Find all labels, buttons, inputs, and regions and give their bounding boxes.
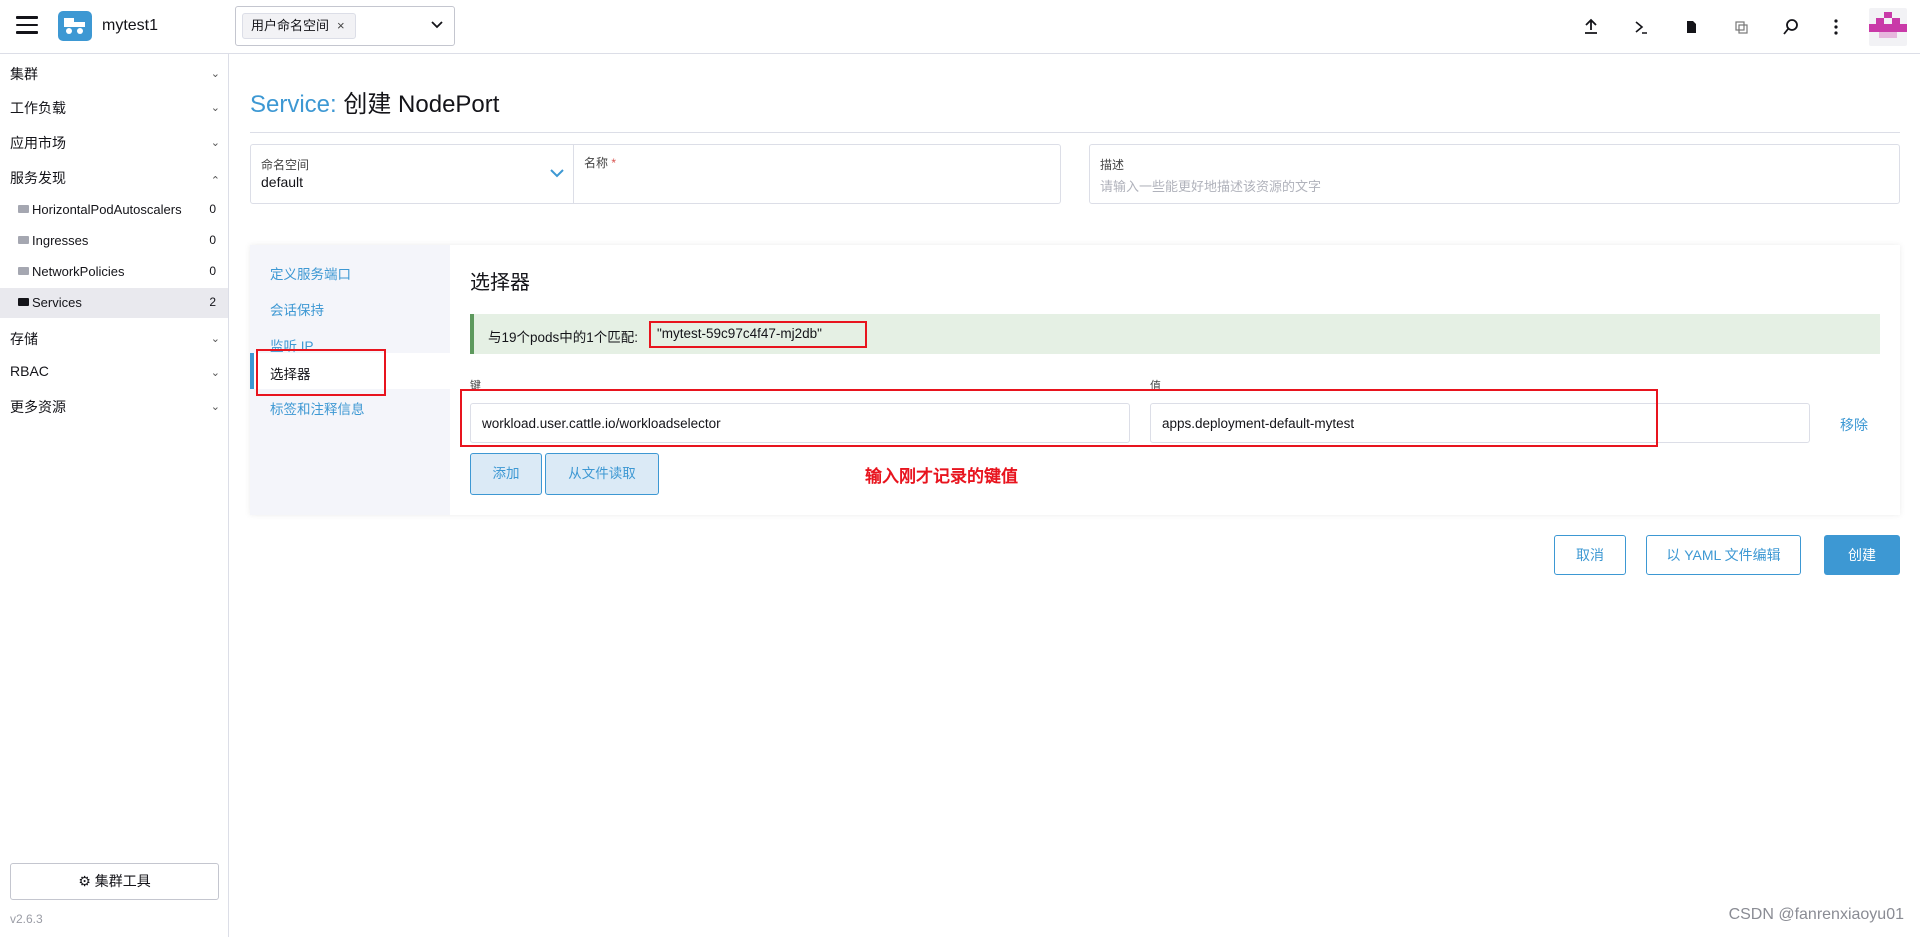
sidebar-item-count: 0 (209, 202, 216, 216)
chevron-up-icon: ⌃ (210, 175, 220, 187)
chevron-down-icon: ⌄ (210, 401, 220, 413)
sidebar-item-label: NetworkPolicies (32, 264, 125, 279)
chip-remove-icon[interactable]: × (337, 18, 345, 33)
cluster-tools-button[interactable]: ⚙ 集群工具 (10, 863, 219, 900)
chevron-down-icon: ⌄ (210, 68, 220, 80)
nav-group-app-market[interactable]: 应用市场 ⌄ (10, 133, 220, 157)
cluster-name: mytest1 (102, 17, 159, 34)
folder-icon (18, 267, 29, 275)
nav-group-more-resources[interactable]: 更多资源 ⌄ (10, 397, 220, 421)
tab-label: 定义服务端口 (270, 267, 351, 282)
sidebar-item-ingresses[interactable]: Ingresses 0 (0, 226, 228, 256)
cluster-logo-icon (58, 11, 92, 41)
namespace-name-group: 命名空间 default 名称 * (250, 144, 1061, 204)
description-label: 描述 (1100, 158, 1125, 172)
upload-icon[interactable] (1581, 17, 1601, 37)
nav-group-rbac[interactable]: RBAC ⌄ (10, 363, 220, 387)
namespace-label: 命名空间 (261, 158, 310, 172)
sidebar: 集群 ⌄ 工作负载 ⌄ 应用市场 ⌄ 服务发现 ⌃ HorizontalPodA… (0, 54, 229, 937)
chevron-down-icon: ⌄ (210, 367, 220, 379)
search-icon[interactable] (1781, 17, 1801, 37)
sidebar-item-count: 0 (209, 233, 216, 247)
annotation-box-pod (649, 321, 867, 348)
folder-icon (18, 236, 29, 244)
sidebar-item-count: 0 (209, 264, 216, 278)
tab-service-ports[interactable]: 定义服务端口 (250, 254, 450, 288)
title-divider (250, 132, 1900, 133)
terminal-icon[interactable] (1631, 17, 1651, 37)
namespace-value: default (261, 174, 304, 190)
sidebar-item-services[interactable]: Services 2 (0, 288, 228, 318)
file-icon[interactable] (1681, 17, 1701, 37)
create-button[interactable]: 创建 (1824, 535, 1900, 575)
required-marker: * (611, 156, 617, 170)
user-avatar[interactable] (1869, 8, 1907, 46)
description-placeholder: 请输入一些能更好地描述该资源的文字 (1100, 179, 1322, 194)
chevron-down-icon: ⌄ (210, 102, 220, 114)
page-title-main: 创建 NodePort (343, 91, 500, 118)
cluster-tools-label: 集群工具 (94, 873, 151, 889)
page-title: Service: 创建 NodePort (250, 84, 499, 119)
more-vert-icon[interactable] (1826, 17, 1846, 37)
read-from-file-button[interactable]: 从文件读取 (545, 453, 659, 495)
nav-group-label: 更多资源 (10, 399, 66, 415)
namespace-chip: 用户命名空间 × (242, 13, 356, 39)
match-banner-text: 与19个pods中的1个匹配: (488, 330, 639, 345)
annotation-box-kv (460, 389, 1658, 447)
nav-group-label: 服务发现 (10, 170, 66, 186)
selector-title: 选择器 (470, 272, 530, 294)
sidebar-item-networkpolicies[interactable]: NetworkPolicies 0 (0, 257, 228, 287)
nav-group-workload[interactable]: 工作负载 ⌄ (10, 98, 220, 122)
sidebar-item-label: Services (32, 295, 82, 310)
sidebar-item-hpa[interactable]: HorizontalPodAutoscalers 0 (0, 195, 228, 225)
sidebar-item-label: Ingresses (32, 233, 89, 248)
sidebar-item-label: HorizontalPodAutoscalers (32, 202, 182, 217)
version-label: v2.6.3 (10, 912, 43, 926)
page-title-prefix[interactable]: Service: (250, 91, 337, 118)
remove-selector-link[interactable]: 移除 (1840, 415, 1868, 435)
chevron-down-icon: ⌄ (210, 137, 220, 149)
nav-group-label: 应用市场 (10, 135, 66, 151)
copy-icon[interactable] (1731, 17, 1751, 37)
top-header: mytest1 用户命名空间 × (0, 0, 1920, 54)
gear-icon: ⚙ (78, 873, 91, 889)
tab-label: 标签和注释信息 (270, 402, 365, 417)
folder-open-icon (18, 298, 29, 306)
name-label: 名称 * (584, 154, 616, 171)
tab-label: 会话保持 (270, 303, 324, 318)
nav-group-storage[interactable]: 存储 ⌄ (10, 329, 220, 353)
sidebar-item-count: 2 (209, 295, 216, 309)
edit-yaml-button[interactable]: 以 YAML 文件编辑 (1646, 535, 1801, 575)
namespace-select[interactable]: 命名空间 default (251, 145, 574, 203)
cancel-button[interactable]: 取消 (1554, 535, 1626, 575)
namespace-filter-select[interactable]: 用户命名空间 × (235, 6, 455, 46)
chevron-down-icon[interactable] (430, 18, 444, 32)
chevron-down-icon (550, 169, 564, 178)
nav-group-service-discovery[interactable]: 服务发现 ⌃ (10, 168, 220, 192)
folder-icon (18, 205, 29, 213)
tab-session-affinity[interactable]: 会话保持 (250, 290, 450, 324)
nav-group-cluster[interactable]: 集群 ⌄ (10, 64, 220, 88)
nav-group-label: 工作负载 (10, 100, 66, 116)
nav-group-label: RBAC (10, 363, 49, 379)
annotation-box-tab (256, 349, 386, 396)
nav-group-label: 集群 (10, 66, 38, 82)
name-field[interactable]: 名称 * (574, 145, 1060, 203)
add-selector-button[interactable]: 添加 (470, 453, 542, 495)
description-field[interactable]: 描述 请输入一些能更好地描述该资源的文字 (1089, 144, 1900, 204)
chevron-down-icon: ⌄ (210, 333, 220, 345)
annotation-note: 输入刚才记录的键值 (865, 467, 1018, 487)
hamburger-menu-icon[interactable] (16, 16, 38, 36)
namespace-chip-label: 用户命名空间 (251, 18, 330, 33)
watermark: CSDN @fanrenxiaoyu01 (1728, 906, 1904, 923)
nav-group-label: 存储 (10, 331, 38, 347)
name-label-text: 名称 (584, 156, 609, 170)
